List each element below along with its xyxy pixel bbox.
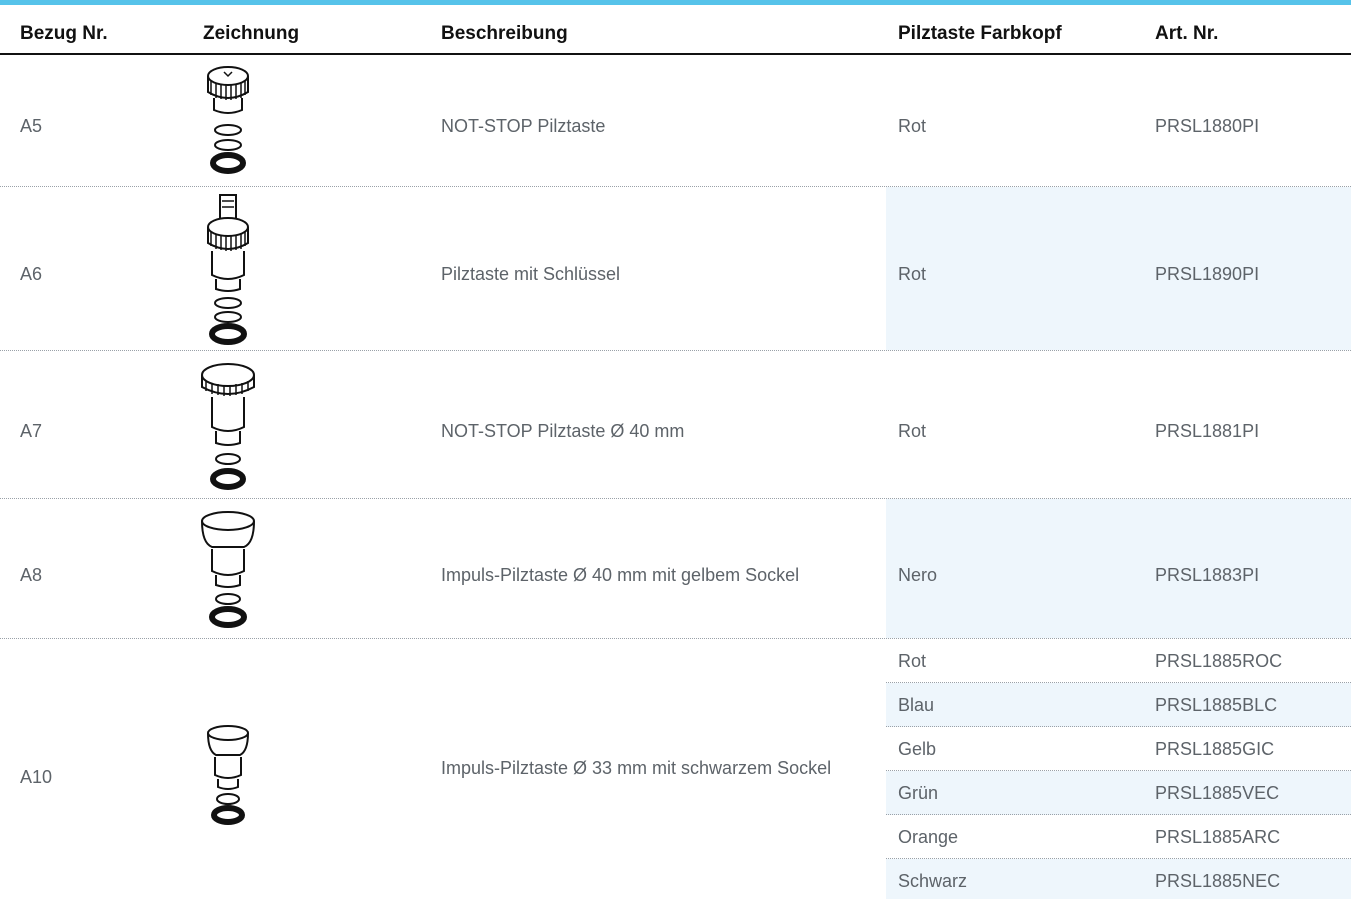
header-description: Beschreibung [441,23,568,44]
row-ref: A8 [20,565,43,585]
variant-color: Blau [898,695,935,715]
emergency-stop-mushroom-button-icon [207,66,249,174]
variant-article: PRSL1885ROC [1155,651,1283,671]
variant-color: Schwarz [898,871,968,891]
row-description: Impuls-Pilztaste Ø 33 mm mit schwarzem S… [441,758,832,778]
variant-color: Orange [898,827,959,847]
header-ref: Bezug Nr. [20,23,108,44]
table-row: A5 NOT-STOP Pilztaste Rot PRSL1880PI [0,55,1351,187]
row-article: PRSL1890PI [1155,264,1260,284]
row-article: PRSL1881PI [1155,421,1260,441]
row-shade [886,499,1351,638]
variant-row: Grün PRSL1885VEC [886,771,1351,815]
variant-row: Blau PRSL1885BLC [886,683,1351,727]
variant-article: PRSL1885NEC [1155,871,1281,891]
variant-color: Rot [898,651,927,671]
impulse-mushroom-33mm-button-icon [207,725,249,825]
row-ref: A10 [20,767,53,787]
variant-row: Gelb PRSL1885GIC [886,727,1351,771]
row-color: Rot [898,116,927,136]
variant-article: PRSL1885BLC [1155,695,1278,715]
row-description: NOT-STOP Pilztaste [441,116,606,136]
row-ref: A6 [20,264,43,284]
variant-row: Rot PRSL1885ROC [886,639,1351,683]
header-color: Pilztaste Farbkopf [898,23,1062,44]
variant-article: PRSL1885VEC [1155,783,1280,803]
row-shade [886,187,1351,350]
row-ref: A7 [20,421,43,441]
variant-row: Orange PRSL1885ARC [886,815,1351,859]
emergency-stop-40mm-button-icon [201,363,255,490]
header-drawing: Zeichnung [203,23,300,44]
impulse-mushroom-40mm-button-icon [201,511,255,628]
table-row: A6 Pilztaste mit Schlüssel Rot PRSL1890P… [0,187,1351,351]
variant-article: PRSL1885ARC [1155,827,1281,847]
row-description: NOT-STOP Pilztaste Ø 40 mm [441,421,685,441]
table-row: A8 Impuls-Pilztaste Ø 40 mm mit gelbem S… [0,499,1351,639]
variant-row: Schwarz PRSL1885NEC [886,859,1351,899]
row-article: PRSL1883PI [1155,565,1260,585]
row-article: PRSL1880PI [1155,116,1260,136]
row-color: Rot [898,421,927,441]
variant-color: Grün [898,783,939,803]
table-row: A7 NOT-STOP Pilztaste Ø 40 mm Rot PRSL18… [0,351,1351,499]
row-color: Nero [898,565,938,585]
key-mushroom-button-icon [207,194,249,345]
row-color: Rot [898,264,927,284]
row-ref: A5 [20,116,43,136]
header-article: Art. Nr. [1155,23,1219,44]
table-header: Bezug Nr. Zeichnung Beschreibung Pilztas… [0,5,1351,55]
variant-article: PRSL1885GIC [1155,739,1275,759]
variant-color: Gelb [898,739,937,759]
row-description: Impuls-Pilztaste Ø 40 mm mit gelbem Sock… [441,565,800,585]
row-description: Pilztaste mit Schlüssel [441,264,621,284]
table-row: A10 Impuls-Pilztaste Ø 33 mm mit schwarz… [0,639,1351,899]
